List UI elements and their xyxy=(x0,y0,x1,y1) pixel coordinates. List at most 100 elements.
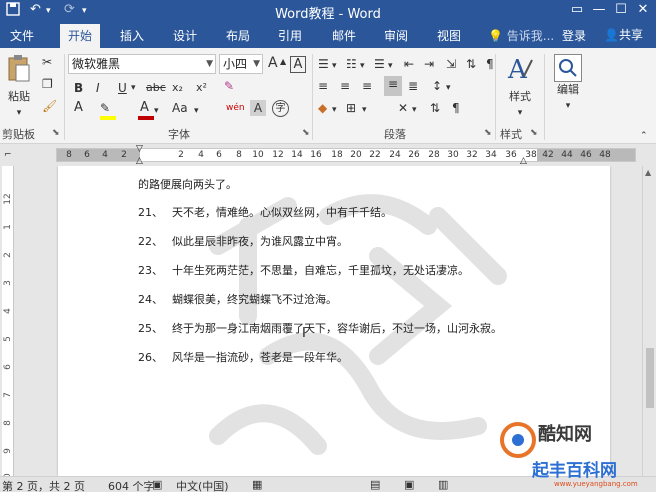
shading-icon[interactable]: ◆ xyxy=(318,100,327,116)
asian-layout-icon[interactable]: ✕ xyxy=(398,100,408,116)
text-effect-a-icon[interactable]: A xyxy=(74,100,83,116)
font-launcher-icon[interactable]: ⬊ xyxy=(302,128,310,138)
bullets-icon[interactable]: ☰ xyxy=(318,56,329,72)
change-case-button[interactable]: Aa xyxy=(172,100,188,116)
list-item[interactable]: 24、 蝴蝶很美，终究蝴蝶飞不过沧海。 xyxy=(138,291,337,307)
align-right-icon[interactable]: ≡ xyxy=(362,78,372,94)
align-center-icon[interactable]: ≡ xyxy=(340,78,350,94)
underline-button[interactable]: U xyxy=(118,80,127,96)
italic-button[interactable]: I xyxy=(96,80,100,96)
multilevel-dropdown-icon[interactable]: ▾ xyxy=(388,58,393,74)
word-count[interactable]: 604 个字 xyxy=(108,478,155,492)
paragraph-line[interactable]: 的路便展向两头了。 xyxy=(138,176,237,192)
paste-button[interactable]: 粘贴 ▾ xyxy=(4,54,34,121)
distributed-icon[interactable]: ≣ xyxy=(408,78,418,94)
char-shading-button[interactable]: A xyxy=(250,100,266,116)
scroll-up-icon[interactable]: ▲ xyxy=(645,168,651,177)
show-marks-icon[interactable]: ¶ xyxy=(486,56,494,72)
web-layout-icon[interactable]: ▥ xyxy=(438,478,448,491)
font-size-combo[interactable]: 小四 ▼ xyxy=(219,54,263,74)
increase-indent-icon[interactable]: ⇥ xyxy=(424,56,434,72)
shading-dropdown-icon[interactable]: ▾ xyxy=(332,102,337,118)
numbering-dropdown-icon[interactable]: ▾ xyxy=(360,58,365,74)
borders-dropdown-icon[interactable]: ▾ xyxy=(362,102,367,118)
paste-dropdown-icon[interactable]: ▾ xyxy=(4,105,34,121)
chinese-layout-icon[interactable]: ⇲ xyxy=(446,56,456,72)
superscript-button[interactable]: x² xyxy=(196,80,207,96)
font-color-button[interactable]: A xyxy=(140,100,149,116)
asian-layout-dropdown-icon[interactable]: ▾ xyxy=(412,102,417,118)
grow-font-button[interactable]: A xyxy=(268,55,278,71)
decrease-indent-icon[interactable]: ⇤ xyxy=(404,56,414,72)
tab-layout[interactable]: 布局 xyxy=(226,27,250,44)
tab-mailings[interactable]: 邮件 xyxy=(332,27,356,44)
close-button[interactable]: ✕ xyxy=(634,2,652,17)
subscript-button[interactable]: x₂ xyxy=(172,80,183,96)
language-indicator[interactable]: 中文(中国) xyxy=(176,478,229,492)
text-effects-icon[interactable]: ✎ xyxy=(224,78,234,94)
scrollbar-thumb[interactable] xyxy=(646,348,654,408)
multilevel-list-icon[interactable]: ☰ xyxy=(374,56,385,72)
page-count[interactable]: 第 2 页，共 2 页 xyxy=(2,478,85,492)
copy-icon[interactable]: ❐ xyxy=(42,76,53,92)
proofing-icon[interactable]: ▣ xyxy=(152,478,162,491)
tab-view[interactable]: 视图 xyxy=(437,27,461,44)
chevron-down-icon[interactable]: ▼ xyxy=(253,57,260,71)
enclose-char-button[interactable]: 字 xyxy=(272,100,289,117)
font-color-dropdown-icon[interactable]: ▾ xyxy=(154,103,159,119)
hanging-indent-marker[interactable]: △ xyxy=(136,156,143,166)
clear-format-button[interactable]: A xyxy=(290,56,306,73)
line-spacing-dropdown-icon[interactable]: ▾ xyxy=(446,80,451,96)
bold-button[interactable]: B xyxy=(74,80,83,96)
list-item[interactable]: 26、 风华是一指流砂，苍老是一段年华。 xyxy=(138,349,348,365)
font-name-combo[interactable]: 微软雅黑 ▼ xyxy=(68,54,216,74)
styles-button[interactable]: A 样式 ▾ xyxy=(502,54,538,121)
read-mode-icon[interactable]: ▤ xyxy=(370,478,380,491)
right-indent-marker[interactable]: △ xyxy=(520,156,527,166)
tab-insert[interactable]: 插入 xyxy=(120,27,144,44)
format-painter-icon[interactable]: 🖌 xyxy=(42,98,57,114)
strikethrough-button[interactable]: abc xyxy=(146,80,166,96)
align-left-icon[interactable]: ≡ xyxy=(318,78,328,94)
chevron-down-icon[interactable]: ▼ xyxy=(206,57,213,71)
tab-home[interactable]: 开始 xyxy=(60,24,101,50)
numbering-icon[interactable]: ☷ xyxy=(346,56,357,72)
tell-me-search[interactable]: 💡 告诉我... xyxy=(488,27,554,44)
bullets-dropdown-icon[interactable]: ▾ xyxy=(332,58,337,74)
tab-references[interactable]: 引用 xyxy=(278,27,302,44)
clipboard-launcher-icon[interactable]: ⬊ xyxy=(52,128,60,138)
list-item[interactable]: 25、 终于为那一身江南烟雨覆了天下，容华谢后，不过一场，山河永寂。 xyxy=(138,320,502,336)
line-spacing-icon[interactable]: ↕ xyxy=(432,78,442,94)
phonetic-guide-button[interactable]: wén xyxy=(226,100,245,116)
sort-az-icon[interactable]: ⇅ xyxy=(430,100,440,116)
tab-design[interactable]: 设计 xyxy=(173,27,197,44)
list-item[interactable]: 23、 十年生死两茫茫，不思量，自难忘，千里孤坟，无处话凄凉。 xyxy=(138,262,469,278)
maximize-button[interactable]: ☐ xyxy=(612,2,630,17)
sort-icon[interactable]: ⇅ xyxy=(466,56,476,72)
paragraph-launcher-icon[interactable]: ⬊ xyxy=(484,128,492,138)
change-case-dropdown-icon[interactable]: ▾ xyxy=(194,103,199,119)
tab-file[interactable]: 文件 xyxy=(10,27,34,44)
sign-in-link[interactable]: 登录 xyxy=(562,27,586,44)
editing-button[interactable]: 编辑 ▾ xyxy=(552,54,584,114)
collapse-ribbon-icon[interactable]: ⌃ xyxy=(640,128,648,144)
share-button[interactable]: 👤共享 xyxy=(604,26,643,43)
horizontal-ruler[interactable]: ⌐ 8 6 4 2 2 4 6 8 10 12 14 16 18 20 22 24 26 28 30 32 34 36 38… xyxy=(0,144,656,166)
minimize-button[interactable]: — xyxy=(590,2,608,17)
styles-dropdown-icon[interactable]: ▾ xyxy=(502,105,538,121)
cut-icon[interactable]: ✂ xyxy=(42,54,52,70)
underline-dropdown-icon[interactable]: ▾ xyxy=(131,80,136,96)
styles-launcher-icon[interactable]: ⬊ xyxy=(530,128,538,138)
paragraph-mark-icon[interactable]: ¶ xyxy=(452,100,460,116)
highlight-button[interactable]: ✎ xyxy=(100,100,110,116)
first-line-indent-marker[interactable]: ▽ xyxy=(136,144,143,154)
macro-record-icon[interactable]: ▦ xyxy=(252,478,262,491)
print-layout-icon[interactable]: ▣ xyxy=(404,478,414,491)
editing-dropdown-icon[interactable]: ▾ xyxy=(552,98,584,114)
list-item[interactable]: 21、 天不老，情难绝。心似双丝网，中有千千结。 xyxy=(138,204,392,220)
vertical-ruler[interactable]: 1212345678910 xyxy=(0,166,14,485)
justify-icon[interactable]: ≡ xyxy=(384,76,402,96)
ribbon-display-icon[interactable]: ▭ xyxy=(568,2,586,17)
tab-review[interactable]: 审阅 xyxy=(384,27,408,44)
borders-icon[interactable]: ⊞ xyxy=(346,100,356,116)
